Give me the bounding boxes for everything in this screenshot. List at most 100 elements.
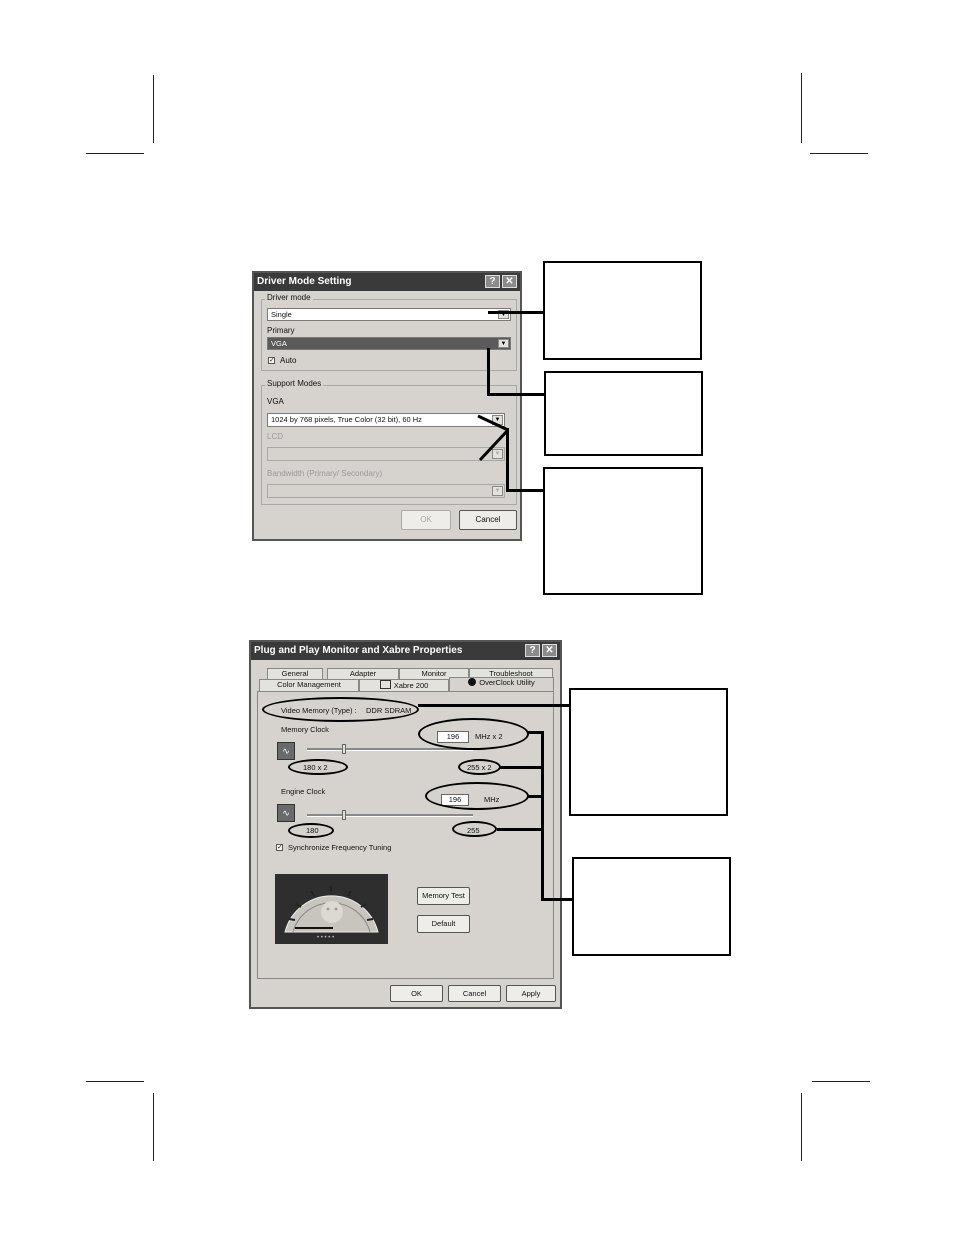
tab-label: General — [281, 669, 309, 678]
chevron-down-icon: ▼ — [492, 486, 503, 496]
tab-label: Adapter — [349, 669, 377, 678]
memory-clock-label: Memory Clock — [281, 725, 329, 734]
leader-line — [487, 348, 490, 395]
highlight-ellipse — [452, 821, 497, 837]
callout-box — [569, 688, 728, 816]
auto-checkbox[interactable]: ✓ — [268, 357, 275, 364]
close-icon: ✕ — [505, 276, 514, 287]
close-icon: ✕ — [545, 645, 554, 656]
leader-line — [541, 898, 573, 901]
crop-mark — [86, 1081, 144, 1082]
engine-clock-label: Engine Clock — [281, 787, 326, 796]
dialog-title: Driver Mode Setting — [257, 276, 352, 287]
primary-value: VGA — [271, 339, 287, 348]
highlight-ellipse — [288, 823, 334, 838]
auto-label: Auto — [280, 356, 297, 365]
leader-line — [497, 828, 544, 831]
bandwidth-label: Bandwidth (Primary/ Secondary) — [267, 469, 383, 478]
callout-box — [544, 371, 703, 456]
check-icon: ✓ — [269, 357, 275, 364]
help-button[interactable]: ? — [485, 275, 500, 288]
memory-test-button[interactable]: Memory Test — [417, 887, 470, 905]
ok-button-label: OK — [411, 989, 422, 998]
memory-clock-slider-track[interactable] — [307, 748, 473, 751]
driver-mode-value: Single — [271, 310, 292, 319]
highlight-ellipse — [418, 718, 529, 750]
support-modes-label: Support Modes — [265, 379, 324, 389]
crop-mark — [812, 1081, 870, 1082]
engine-clock-slider[interactable] — [341, 810, 346, 820]
leader-line — [500, 766, 544, 769]
ok-button[interactable]: OK — [401, 510, 451, 530]
leader-line — [418, 704, 570, 707]
highlight-ellipse — [425, 782, 529, 810]
dialog-titlebar: Plug and Play Monitor and Xabre Properti… — [251, 642, 560, 660]
tab-label: Monitor — [421, 669, 447, 678]
chevron-down-icon: ▼ — [498, 339, 509, 348]
crop-mark — [86, 153, 144, 154]
sync-label: Synchronize Frequency Tuning — [288, 843, 392, 852]
ok-button[interactable]: OK — [390, 985, 443, 1002]
speedometer-icon: • • • • • — [275, 874, 388, 944]
leader-line — [541, 731, 544, 901]
driver-mode-dialog: Driver Mode Setting ? ✕ Driver mode Sing… — [252, 271, 522, 541]
driver-mode-label: Driver mode — [265, 293, 313, 303]
cancel-button-label: Cancel — [475, 515, 501, 524]
wave-icon: ∿ — [277, 804, 295, 822]
tab-label: Xabre 200 — [393, 681, 429, 690]
overclock-icon — [468, 678, 477, 686]
crop-mark — [810, 153, 868, 154]
highlight-ellipse — [288, 759, 348, 775]
leader-line — [487, 393, 545, 396]
cancel-button[interactable]: Cancel — [459, 510, 517, 530]
callout-box — [543, 261, 702, 360]
leader-lines — [477, 414, 510, 462]
gauge-dots: • • • • • — [317, 935, 335, 941]
primary-select[interactable]: VGA ▼ — [267, 337, 511, 350]
dialog-titlebar: Driver Mode Setting ? ✕ — [254, 273, 520, 291]
tab-adapter[interactable]: Adapter — [327, 668, 399, 679]
vga-label: VGA — [267, 397, 284, 406]
tab-label: OverClock Utility — [479, 678, 535, 687]
close-button[interactable]: ✕ — [542, 644, 557, 657]
crop-mark — [801, 73, 802, 143]
apply-button[interactable]: Apply — [506, 985, 556, 1002]
highlight-ellipse — [262, 697, 419, 722]
crop-mark — [801, 1093, 802, 1161]
crop-mark — [153, 75, 154, 143]
engine-clock-slider-track[interactable] — [307, 814, 473, 817]
primary-label: Primary — [267, 326, 295, 335]
help-icon: ? — [529, 645, 536, 656]
apply-button-label: Apply — [521, 989, 541, 998]
wave-icon: ∿ — [277, 742, 295, 760]
tab-general[interactable]: General — [267, 668, 323, 679]
tab-overclock-utility[interactable]: OverClock Utility — [449, 677, 554, 691]
cancel-button-label: Cancel — [462, 989, 487, 998]
bandwidth-select[interactable]: ▼ — [267, 484, 505, 498]
tab-label: Color Management — [277, 680, 341, 689]
help-icon: ? — [489, 276, 496, 287]
help-button[interactable]: ? — [525, 644, 540, 657]
sync-checkbox[interactable]: ✓ — [276, 844, 283, 851]
default-button[interactable]: Default — [417, 915, 470, 933]
leader-line — [488, 311, 545, 314]
vga-mode-value: 1024 by 768 pixels, True Color (32 bit),… — [271, 415, 422, 424]
highlight-ellipse — [458, 759, 501, 775]
check-icon: ✓ — [277, 844, 283, 851]
dialog-title: Plug and Play Monitor and Xabre Properti… — [254, 645, 463, 656]
close-button[interactable]: ✕ — [502, 275, 517, 288]
memory-clock-slider[interactable] — [341, 744, 346, 754]
lcd-label: LCD — [267, 432, 284, 441]
callout-box — [572, 857, 731, 956]
tab-xabre[interactable]: Xabre 200 — [359, 679, 449, 691]
driver-mode-select[interactable]: Single ▼ — [267, 308, 511, 321]
memory-test-label: Memory Test — [422, 891, 465, 900]
cancel-button[interactable]: Cancel — [448, 985, 501, 1002]
ok-button-label: OK — [420, 515, 432, 524]
callout-box — [543, 467, 703, 595]
default-label: Default — [431, 919, 456, 928]
tab-color-management[interactable]: Color Management — [259, 679, 359, 691]
monitor-icon — [379, 680, 391, 689]
leader-line — [506, 489, 544, 492]
crop-mark — [153, 1093, 154, 1161]
